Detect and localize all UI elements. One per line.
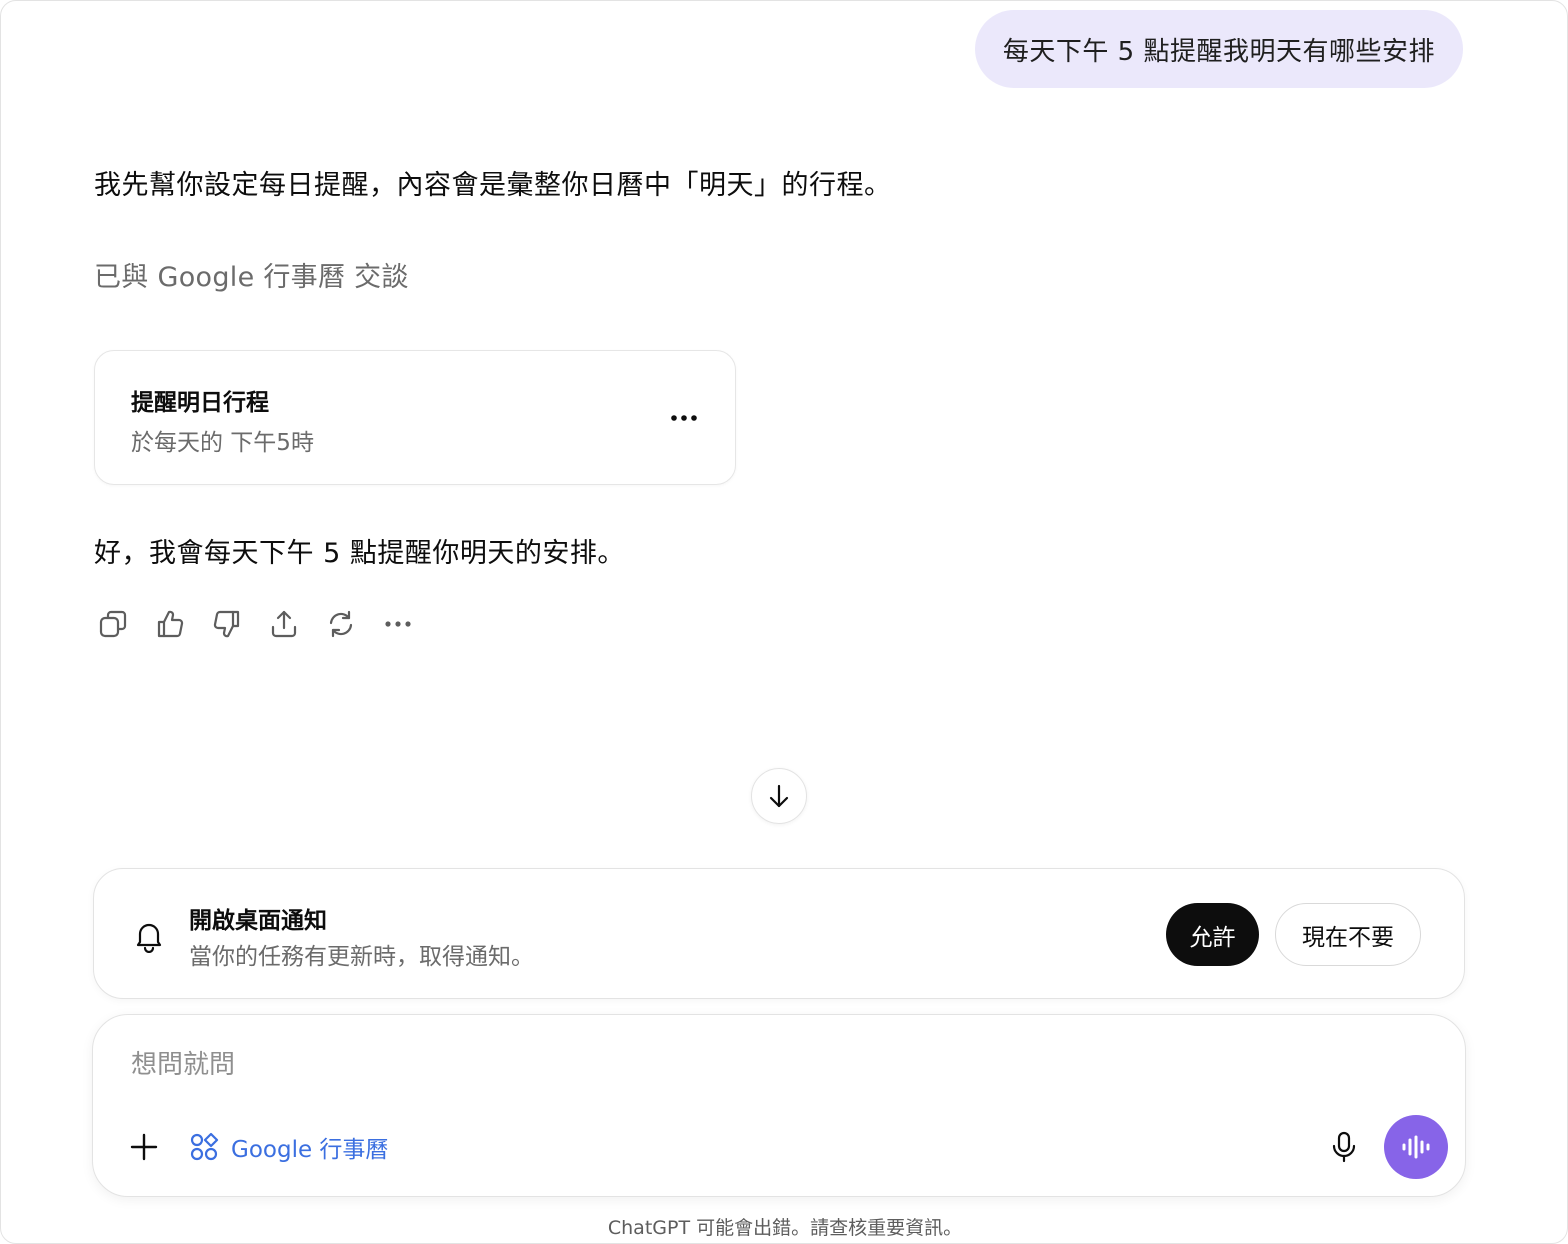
share-icon xyxy=(271,610,297,638)
regenerate-button[interactable] xyxy=(321,604,361,644)
microphone-icon xyxy=(1332,1131,1356,1163)
reminder-task-card[interactable]: 提醒明日行程 於每天的 下午5時 xyxy=(94,350,736,485)
more-icon xyxy=(671,415,697,421)
bell-icon xyxy=(136,923,162,953)
allow-notifications-button[interactable]: 允許 xyxy=(1166,903,1259,966)
share-button[interactable] xyxy=(264,604,304,644)
prompt-input[interactable] xyxy=(131,1045,1331,1085)
add-attachment-button[interactable] xyxy=(125,1128,163,1166)
copy-icon xyxy=(99,610,127,638)
reminder-more-button[interactable] xyxy=(669,403,699,433)
reminder-title: 提醒明日行程 xyxy=(131,390,269,416)
tool-status-text[interactable]: 已與 Google 行事曆 交談 xyxy=(94,255,409,294)
regenerate-icon xyxy=(329,610,353,638)
assistant-intro-text: 我先幫你設定每日提醒，內容會是彙整你日曆中「明天」的行程。 xyxy=(94,170,892,201)
thumbs-up-button[interactable] xyxy=(150,604,190,644)
not-now-button[interactable]: 現在不要 xyxy=(1275,903,1421,966)
thumbs-down-icon xyxy=(213,610,240,638)
user-message-bubble: 每天下午 5 點提醒我明天有哪些安排 xyxy=(974,10,1463,88)
chat-window: 每天下午 5 點提醒我明天有哪些安排 我先幫你設定每日提醒，內容會是彙整你日曆中… xyxy=(0,0,1568,1244)
more-actions-button[interactable] xyxy=(378,604,418,644)
notification-description: 當你的任務有更新時，取得通知。 xyxy=(189,944,534,970)
assistant-reply-text: 好，我會每天下午 5 點提醒你明天的安排。 xyxy=(94,538,625,569)
notification-title: 開啟桌面通知 xyxy=(189,908,327,934)
voice-mode-button[interactable] xyxy=(1384,1115,1448,1179)
dictate-button[interactable] xyxy=(1324,1127,1364,1167)
tool-chip-label: Google 行事曆 xyxy=(231,1137,389,1163)
scroll-to-bottom-button[interactable] xyxy=(751,768,807,824)
arrow-down-icon xyxy=(769,784,789,808)
more-icon xyxy=(385,621,411,627)
apps-icon xyxy=(190,1132,219,1161)
desktop-notification-banner: 開啟桌面通知 當你的任務有更新時，取得通知。 允許 現在不要 xyxy=(93,868,1465,999)
disclaimer-text: ChatGPT 可能會出錯。請查核重要資訊。 xyxy=(607,1217,963,1239)
reminder-schedule: 於每天的 下午5時 xyxy=(131,430,314,456)
thumbs-down-button[interactable] xyxy=(207,604,247,644)
voice-waveform-icon xyxy=(1402,1135,1430,1159)
user-message-text: 每天下午 5 點提醒我明天有哪些安排 xyxy=(1002,36,1435,67)
google-calendar-tool-chip[interactable]: Google 行事曆 xyxy=(189,1127,388,1167)
message-composer: Google 行事曆 xyxy=(92,1014,1466,1197)
plus-icon xyxy=(130,1133,158,1161)
copy-button[interactable] xyxy=(93,604,133,644)
thumbs-up-icon xyxy=(157,610,184,638)
message-action-bar xyxy=(93,604,418,644)
